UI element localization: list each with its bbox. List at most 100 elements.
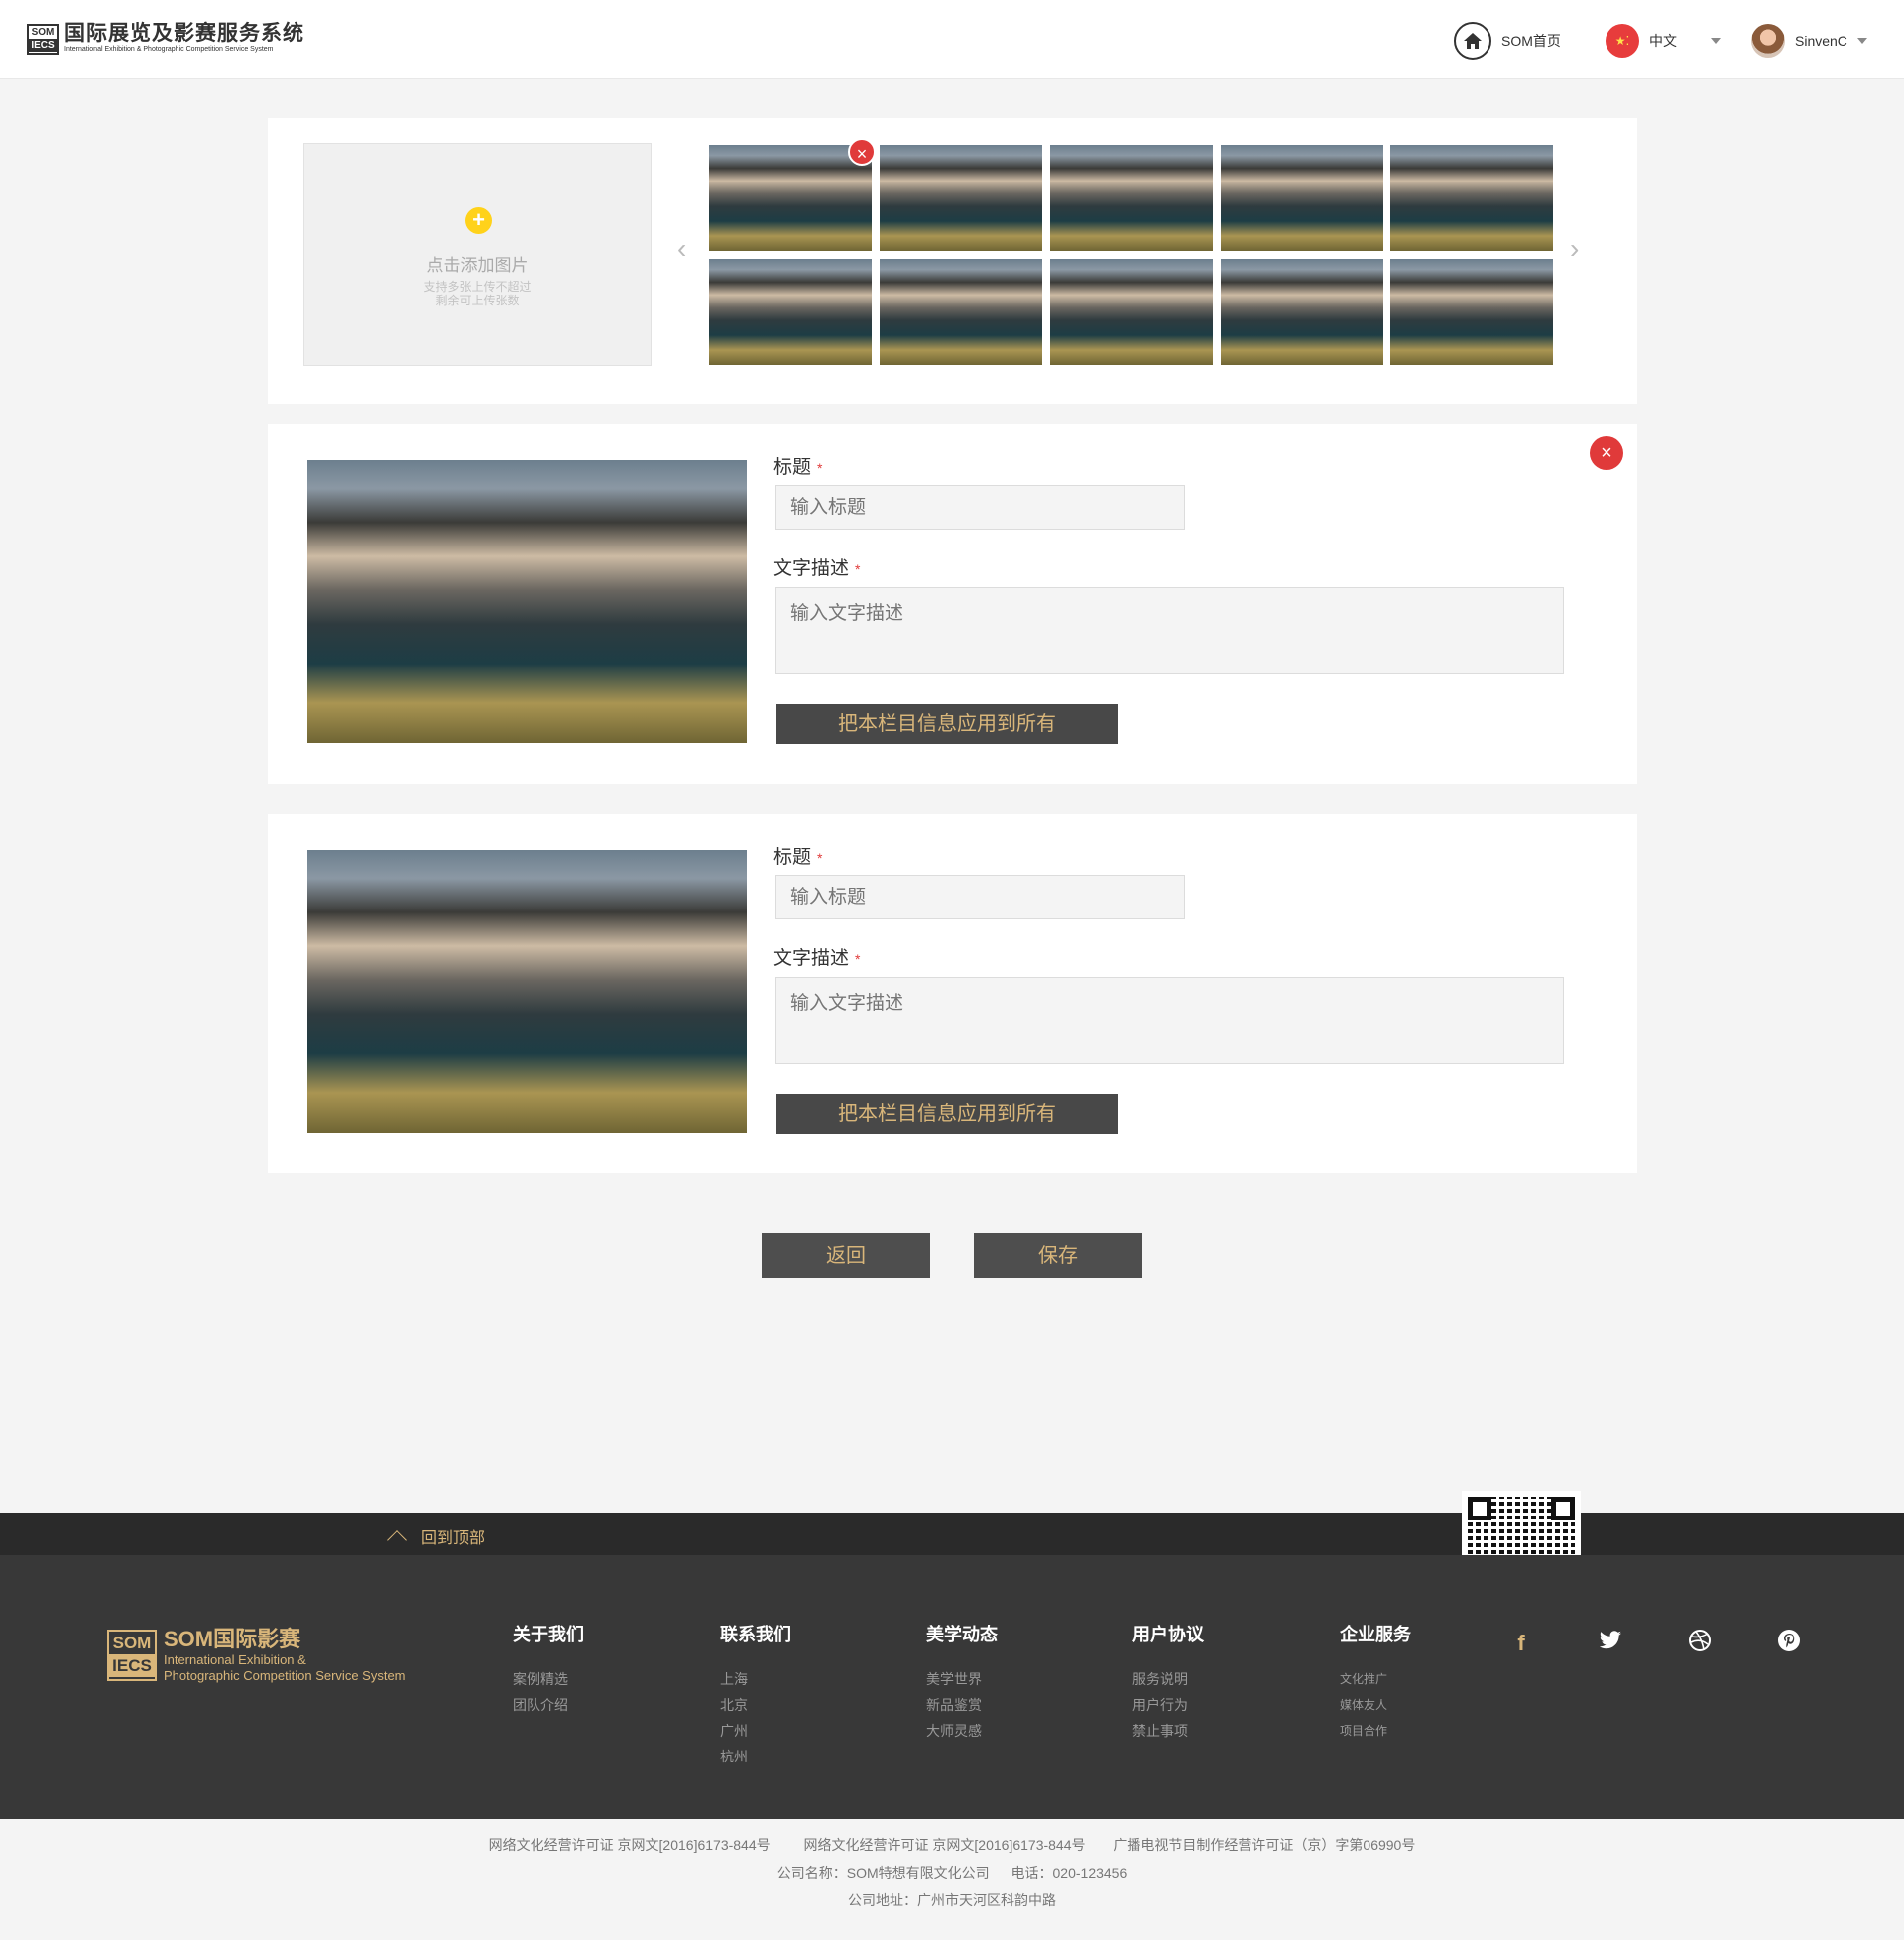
image-thumbnail[interactable]: [1390, 259, 1553, 365]
required-mark: *: [817, 460, 823, 476]
logo-text: 国际展览及影赛服务系统 International Exhibition & P…: [64, 23, 304, 55]
twitter-icon[interactable]: [1596, 1629, 1625, 1658]
image-thumbnail[interactable]: [880, 259, 1042, 365]
user-name: SinvenC: [1795, 33, 1847, 49]
entry-image: [307, 460, 747, 743]
close-icon[interactable]: ×: [1590, 436, 1623, 470]
qr-finder: [1468, 1497, 1491, 1520]
license-text: 网络文化经营许可证 京网文[2016]6173-844号: [803, 1837, 1086, 1853]
required-mark: *: [817, 850, 823, 866]
back-to-top-label: 回到顶部: [421, 1530, 486, 1547]
site-logo[interactable]: SOM IECS 国际展览及影赛服务系统 International Exhib…: [27, 23, 304, 55]
language-label: 中文: [1649, 33, 1677, 49]
chevron-up-icon: [387, 1530, 407, 1550]
footer-link[interactable]: 杭州: [720, 1744, 791, 1769]
back-button[interactable]: 返回: [762, 1233, 930, 1278]
image-thumbnail[interactable]: [1050, 145, 1213, 251]
footer-link[interactable]: 项目合作: [1340, 1718, 1411, 1744]
footer-link[interactable]: 上海: [720, 1666, 791, 1692]
logo-badge: SOM IECS: [27, 23, 59, 55]
footer-column-title: 用户协议: [1132, 1625, 1204, 1644]
title-label: 标题 *: [774, 452, 822, 479]
plus-icon: +: [465, 207, 492, 234]
back-to-top-link[interactable]: 回到顶部: [387, 1524, 486, 1550]
footer-column-enterprise: 企业服务 文化推广 媒体友人 项目合作: [1340, 1621, 1411, 1744]
top-header: SOM IECS 国际展览及影赛服务系统 International Exhib…: [0, 0, 1904, 79]
chevron-down-icon: [1856, 38, 1867, 44]
copyright-section: 网络文化经营许可证 京网文[2016]6173-844号 网络文化经营许可证 京…: [0, 1819, 1904, 1940]
remove-thumbnail-icon[interactable]: ×: [848, 138, 876, 166]
pinterest-icon[interactable]: [1774, 1629, 1804, 1658]
footer-link[interactable]: 大师灵感: [926, 1718, 998, 1744]
footer-logo[interactable]: SOM IECS SOM国际影赛 International Exhibitio…: [107, 1627, 406, 1684]
title-label: 标题 *: [774, 842, 822, 869]
footer-link[interactable]: 团队介绍: [513, 1692, 584, 1718]
footer-column-title: 联系我们: [720, 1625, 791, 1644]
footer-link[interactable]: 广州: [720, 1718, 791, 1744]
add-image-dropzone[interactable]: + 点击添加图片 支持多张上传不超过 剩余可上传张数: [303, 143, 652, 366]
upload-panel: + 点击添加图片 支持多张上传不超过 剩余可上传张数 ‹ › ×: [268, 118, 1637, 404]
user-menu[interactable]: SinvenC: [1751, 24, 1867, 58]
image-thumbnail[interactable]: [1221, 259, 1383, 365]
upload-hint-line1: 支持多张上传不超过: [423, 280, 532, 294]
required-mark: *: [855, 951, 861, 967]
logo-title-cn: 国际展览及影赛服务系统: [64, 22, 304, 45]
image-entry-card: 标题 * 文字描述 * 把本栏目信息应用到所有: [268, 814, 1637, 1173]
footer-logo-badge-top: SOM: [112, 1634, 152, 1652]
description-textarea[interactable]: [775, 977, 1564, 1064]
home-icon: [1454, 22, 1491, 60]
apply-to-all-button[interactable]: 把本栏目信息应用到所有: [776, 1094, 1118, 1134]
title-input[interactable]: [775, 485, 1185, 530]
footer-logo-text: SOM国际影赛 International Exhibition & Photo…: [164, 1627, 406, 1684]
logo-badge-top: SOM: [29, 25, 57, 39]
china-flag-icon: ★⁚: [1606, 24, 1639, 58]
footer-column-about: 关于我们 案例精选 团队介绍: [513, 1621, 584, 1718]
description-label-text: 文字描述: [774, 558, 850, 579]
footer: SOM IECS SOM国际影赛 International Exhibitio…: [0, 1555, 1904, 1819]
upload-hint: 支持多张上传不超过 剩余可上传张数: [304, 280, 651, 307]
upload-hint-line2: 剩余可上传张数: [435, 294, 520, 307]
description-label: 文字描述 *: [774, 553, 860, 580]
add-image-label: 点击添加图片: [426, 256, 529, 275]
footer-column-title: 企业服务: [1340, 1625, 1411, 1644]
footer-link[interactable]: 媒体友人: [1340, 1692, 1411, 1718]
image-entry-card: × 标题 * 文字描述 * 把本栏目信息应用到所有: [268, 424, 1637, 784]
license-text: 广播电视节目制作经营许可证（京）字第06990号: [1113, 1837, 1416, 1853]
footer-link[interactable]: 美学世界: [926, 1666, 998, 1692]
description-textarea[interactable]: [775, 587, 1564, 674]
footer-link[interactable]: 服务说明: [1132, 1666, 1204, 1692]
chevron-left-icon[interactable]: ‹: [677, 233, 686, 265]
footer-link[interactable]: 北京: [720, 1692, 791, 1718]
image-thumbnail[interactable]: [709, 145, 872, 251]
license-row: 网络文化经营许可证 京网文[2016]6173-844号 网络文化经营许可证 京…: [0, 1831, 1904, 1859]
apply-to-all-button[interactable]: 把本栏目信息应用到所有: [776, 704, 1118, 744]
image-thumbnail[interactable]: [1050, 259, 1213, 365]
footer-column-title: 美学动态: [926, 1625, 998, 1644]
title-input[interactable]: [775, 875, 1185, 919]
footer-link[interactable]: 文化推广: [1340, 1666, 1411, 1692]
language-selector[interactable]: ★⁚ 中文: [1606, 24, 1721, 58]
footer-link[interactable]: 禁止事项: [1132, 1718, 1204, 1744]
back-to-top-bar: 回到顶部: [0, 1513, 1904, 1555]
som-home-link[interactable]: SOM首页: [1454, 22, 1561, 60]
dribbble-icon[interactable]: [1685, 1629, 1715, 1658]
chevron-right-icon[interactable]: ›: [1570, 233, 1579, 265]
footer-link[interactable]: 用户行为: [1132, 1692, 1204, 1718]
required-mark: *: [855, 561, 861, 577]
footer-column-contact: 联系我们 上海 北京 广州 杭州: [720, 1621, 791, 1769]
image-thumbnail[interactable]: [1221, 145, 1383, 251]
save-button[interactable]: 保存: [974, 1233, 1142, 1278]
footer-column-agreement: 用户协议 服务说明 用户行为 禁止事项: [1132, 1621, 1204, 1744]
avatar: [1751, 24, 1785, 58]
image-thumbnail[interactable]: [1390, 145, 1553, 251]
footer-logo-badge: SOM IECS: [107, 1630, 157, 1681]
footer-link[interactable]: 新品鉴赏: [926, 1692, 998, 1718]
footer-link[interactable]: 案例精选: [513, 1666, 584, 1692]
footer-logo-badge-bottom: IECS: [109, 1654, 155, 1677]
facebook-icon[interactable]: f: [1506, 1629, 1536, 1658]
description-label-text: 文字描述: [774, 948, 850, 969]
image-thumbnail[interactable]: [880, 145, 1042, 251]
image-thumbnail[interactable]: [709, 259, 872, 365]
license-text: 网络文化经营许可证 京网文[2016]6173-844号: [488, 1837, 771, 1853]
footer-logo-cn: SOM国际影赛: [164, 1627, 301, 1651]
